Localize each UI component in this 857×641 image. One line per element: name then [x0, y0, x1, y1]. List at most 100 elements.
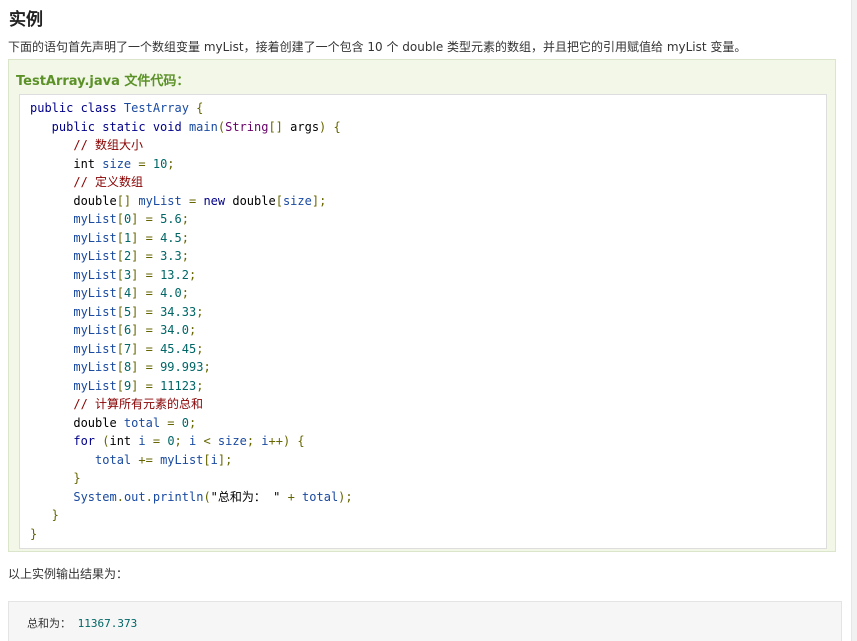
section-title: 实例	[9, 10, 43, 30]
code-token: size	[282, 193, 312, 208]
code-token: size	[102, 156, 132, 171]
code-token: ++) {	[268, 434, 305, 448]
code-token: System	[30, 489, 117, 504]
code-token: myList	[138, 193, 182, 208]
code-token: ];	[311, 193, 327, 208]
code-line: }	[30, 525, 826, 544]
code-token: [	[116, 341, 124, 356]
code-token: // 计算所有元素的总和	[30, 397, 204, 411]
code-token: []	[116, 193, 139, 208]
output-text: 总和为： 11367.373	[27, 615, 841, 631]
page-scrollbar[interactable]	[851, 0, 857, 641]
code-line: myList[0] = 5.6;	[30, 210, 826, 229]
code-line: // 数组大小	[30, 136, 826, 155]
code-line: // 定义数组	[30, 173, 826, 192]
code-token: int	[109, 434, 139, 448]
code-line: }	[30, 469, 826, 488]
code-token: =	[131, 156, 153, 171]
code-token: out	[123, 489, 146, 504]
code-token: ) {	[319, 119, 341, 134]
code-token: {	[188, 101, 204, 115]
code-token: }	[30, 508, 59, 522]
tutorial-page: 实例 下面的语句首先声明了一个数组变量 myList，接着创建了一个包含 10 …	[0, 0, 857, 641]
code-token: myList	[30, 267, 117, 282]
code-token: public static void	[30, 119, 189, 134]
code-token: 45.45	[160, 341, 197, 356]
code-token: 13.2	[160, 267, 189, 282]
code-token: 4.5	[160, 230, 182, 245]
code-token: // 数组大小	[30, 138, 144, 152]
code-token: ;	[196, 378, 204, 393]
code-token: ] =	[131, 212, 161, 226]
code-token: ;	[246, 434, 262, 448]
code-line: System.out.println("总和为： " + total);	[30, 488, 826, 507]
code-token: =	[145, 434, 168, 448]
code-token: double	[30, 415, 124, 430]
code-token: 11123	[160, 378, 197, 393]
code-token: [	[116, 378, 124, 393]
code-token: [	[116, 249, 124, 263]
code-token: .	[145, 489, 153, 504]
code-token: myList	[30, 360, 117, 374]
output-label: 以上实例输出结果为：	[8, 567, 129, 581]
code-token: new	[203, 193, 233, 208]
code-token: ;	[196, 304, 204, 319]
code-line: myList[3] = 13.2;	[30, 266, 826, 285]
code-token: ] =	[131, 286, 161, 300]
example-box: TestArray.java 文件代码： public class TestAr…	[8, 59, 836, 552]
code-token: total	[302, 489, 339, 504]
code-line: myList[2] = 3.3;	[30, 247, 826, 266]
code-token: ;	[196, 341, 204, 356]
code-token: myList	[30, 230, 117, 245]
code-token: [	[116, 267, 124, 282]
code-block[interactable]: public class TestArray { public static v…	[19, 94, 827, 549]
code-line: }	[30, 506, 826, 525]
code-token: double	[30, 193, 117, 208]
code-line: double[] myList = new double[size];	[30, 192, 826, 211]
code-token: i	[138, 434, 146, 448]
code-token: []	[268, 119, 291, 134]
code-token: }	[30, 526, 38, 541]
code-line: int size = 10;	[30, 155, 826, 174]
code-token: +=	[131, 452, 161, 467]
code-token: ;	[188, 323, 197, 337]
code-line: myList[4] = 4.0;	[30, 284, 826, 303]
code-line: for (int i = 0; i < size; i++) {	[30, 432, 826, 451]
code-token: 4.0	[160, 286, 182, 300]
code-token: [	[116, 323, 124, 337]
code-line: total += myList[i];	[30, 451, 826, 470]
code-token: =	[160, 415, 182, 430]
code-token: String	[225, 119, 269, 134]
code-token: ;	[167, 156, 175, 171]
code-line: myList[7] = 45.45;	[30, 340, 826, 359]
code-token: ;	[203, 360, 211, 374]
code-token: [	[116, 286, 124, 300]
code-line: myList[1] = 4.5;	[30, 229, 826, 248]
code-token: myList	[30, 212, 117, 226]
code-token: (	[217, 119, 226, 134]
code-token: [	[116, 304, 124, 319]
code-token: ] =	[131, 249, 161, 263]
code-line: public class TestArray {	[30, 99, 826, 118]
code-token: 34.0	[160, 323, 189, 337]
code-token: args	[290, 119, 320, 134]
code-token: ;	[181, 286, 189, 300]
code-token: [	[116, 212, 124, 226]
code-token: println	[152, 489, 204, 504]
code-line: // 计算所有元素的总和	[30, 395, 826, 414]
code-token: [	[116, 360, 124, 374]
code-token: total	[30, 452, 132, 467]
code-token: myList	[30, 378, 117, 393]
code-token: 34.33	[160, 304, 197, 319]
output-prefix: 总和为：	[27, 617, 78, 630]
code-token: );	[338, 489, 353, 504]
output-value: 11367.373	[77, 617, 138, 630]
code-token: 3.3	[160, 249, 182, 263]
code-token: ] =	[131, 378, 161, 393]
code-token: =	[181, 193, 204, 208]
code-token: myList	[30, 249, 117, 263]
code-token: i	[210, 452, 218, 467]
code-token: ] =	[131, 341, 161, 356]
code-line: myList[5] = 34.33;	[30, 303, 826, 322]
example-title: TestArray.java 文件代码：	[16, 74, 190, 89]
